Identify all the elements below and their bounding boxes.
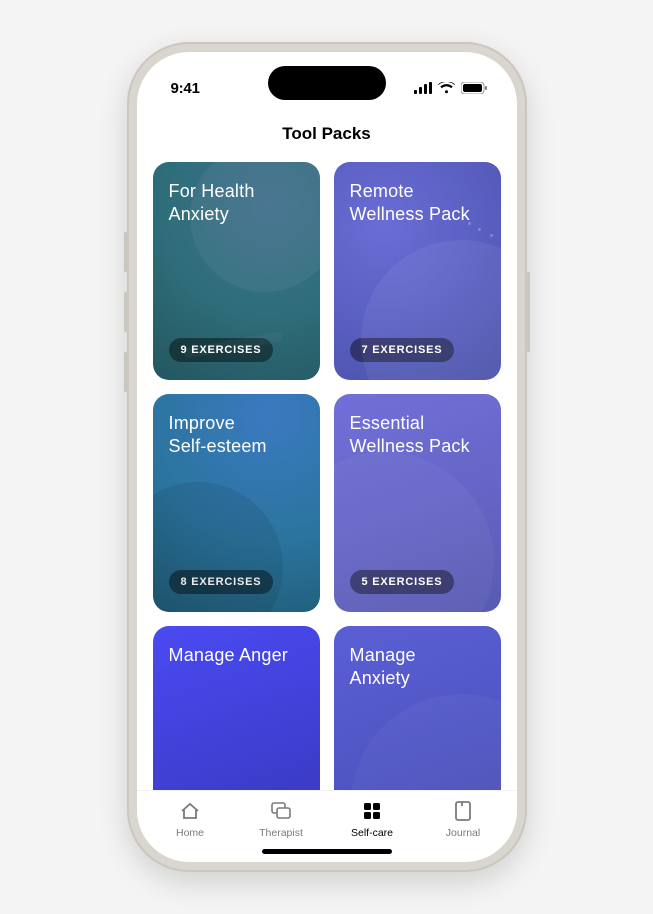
tab-bar: Home Therapist Self-care Journal <box>137 790 517 843</box>
status-right-group <box>414 82 487 94</box>
status-time: 9:41 <box>171 80 200 97</box>
card-remote-wellness[interactable]: Remote Wellness Pack 7 EXERCISES <box>334 162 501 380</box>
battery-icon <box>461 82 487 94</box>
card-title: Improve Self-esteem <box>169 412 304 457</box>
status-bar: 9:41 <box>137 52 517 110</box>
card-title: Manage Anger <box>169 644 304 667</box>
dynamic-island <box>268 66 386 100</box>
card-title: For Health Anxiety <box>169 180 304 225</box>
exercise-count-badge: 7 EXERCISES <box>350 338 455 362</box>
tool-pack-grid: For Health Anxiety 9 EXERCISES Remote We… <box>153 162 501 790</box>
phone-frame: 9:41 Tool Packs For Health Anxiety 9 EXE… <box>127 42 527 872</box>
card-essential-wellness[interactable]: Essential Wellness Pack 5 EXERCISES <box>334 394 501 612</box>
card-title: Remote Wellness Pack <box>350 180 485 225</box>
card-title: Manage Anxiety <box>350 644 485 689</box>
home-icon <box>178 799 202 823</box>
phone-screen: 9:41 Tool Packs For Health Anxiety 9 EXE… <box>137 52 517 862</box>
exercise-count-badge: 5 EXERCISES <box>350 570 455 594</box>
tab-therapist[interactable]: Therapist <box>236 799 327 839</box>
tab-journal[interactable]: Journal <box>418 799 509 839</box>
card-manage-anger[interactable]: Manage Anger <box>153 626 320 790</box>
card-health-anxiety[interactable]: For Health Anxiety 9 EXERCISES <box>153 162 320 380</box>
content-area: For Health Anxiety 9 EXERCISES Remote We… <box>137 154 517 790</box>
home-indicator <box>262 849 392 854</box>
card-title: Essential Wellness Pack <box>350 412 485 457</box>
cellular-icon <box>414 82 432 94</box>
tab-self-care[interactable]: Self-care <box>327 799 418 839</box>
exercise-count-badge: 9 EXERCISES <box>169 338 274 362</box>
tab-label: Home <box>176 827 204 839</box>
card-improve-self-esteem[interactable]: Improve Self-esteem 8 EXERCISES <box>153 394 320 612</box>
grid-icon <box>360 799 384 823</box>
tab-label: Self-care <box>351 827 393 839</box>
journal-icon <box>451 799 475 823</box>
wifi-icon <box>438 82 455 94</box>
tab-label: Therapist <box>259 827 303 839</box>
exercise-count-badge: 8 EXERCISES <box>169 570 274 594</box>
chat-icon <box>269 799 293 823</box>
page-title: Tool Packs <box>137 110 517 154</box>
tab-home[interactable]: Home <box>145 799 236 839</box>
card-manage-anxiety[interactable]: Manage Anxiety <box>334 626 501 790</box>
tab-label: Journal <box>446 827 480 839</box>
